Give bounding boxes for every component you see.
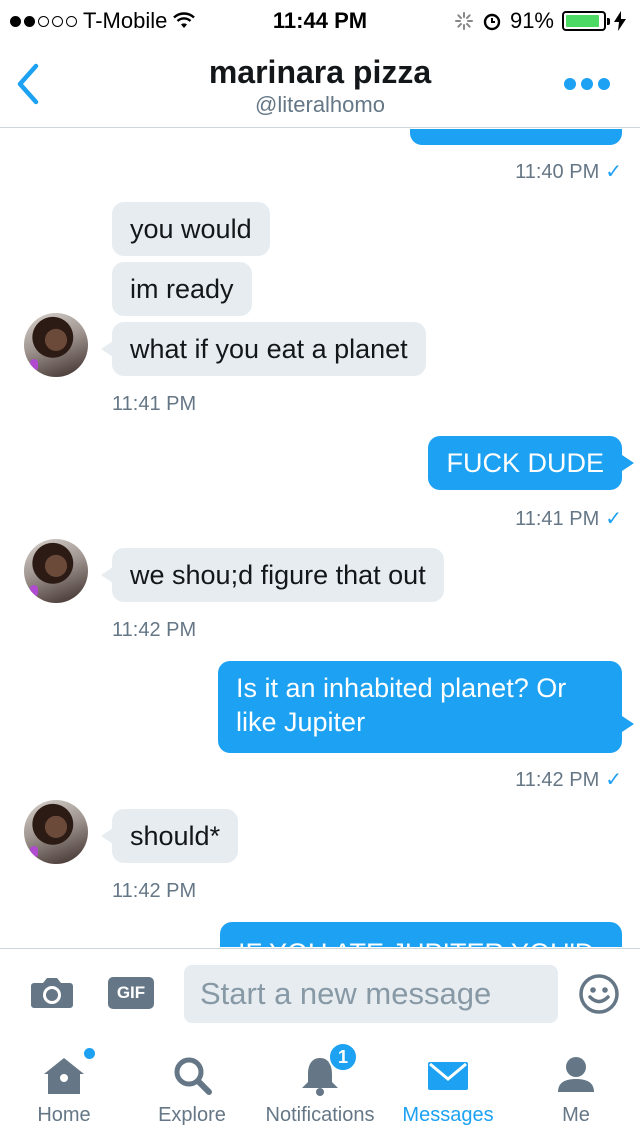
read-check-icon: ✓ [605,508,622,530]
tab-label: Home [37,1104,91,1126]
envelope-icon [428,1062,468,1090]
read-check-icon: ✓ [605,769,622,791]
battery-icon [562,11,610,31]
message-timestamp: 11:42 PM [112,619,197,641]
tab-label: Explore [158,1104,226,1126]
message-bubble-outgoing[interactable]: Is it an inhabited planet? Or like Jupit… [218,661,622,753]
gif-button[interactable]: GIF [108,977,154,1009]
person-icon [558,1057,594,1092]
alarm-icon [483,13,501,31]
tab-label: Notifications [265,1104,375,1126]
message-timestamp: 11:41 PM ✓ [515,508,622,530]
search-icon [174,1057,212,1095]
message-thread[interactable]: 11:40 PM ✓ you would im ready what if you… [0,129,640,947]
home-icon [44,1058,84,1094]
battery-percent: 91% [509,8,554,33]
tab-label: Messages [402,1104,494,1126]
activity-spinner-icon [454,12,473,30]
tab-me[interactable]: Me [526,1034,626,1136]
message-bubble-incoming[interactable]: im ready [112,262,252,316]
tab-notifications[interactable]: 1 Notifications [256,1034,384,1136]
user-handle: @literalhomo [255,92,385,117]
message-bubble-incoming[interactable]: what if you eat a planet [112,322,426,376]
message-bubble-outgoing[interactable]: IF YOU ATE JUPITER YOU'D [220,922,622,947]
message-bubble-incoming[interactable]: you would [112,202,270,256]
bubble-tail [101,567,113,583]
bubble-tail [622,455,634,471]
message-bubble-outgoing[interactable] [410,129,622,145]
unread-dot [84,1048,95,1059]
status-bar: T-Mobile 11:44 PM 91% [0,0,640,40]
avatar[interactable] [24,539,88,603]
message-composer: GIF [0,948,640,1034]
message-timestamp: 11:41 PM [112,393,197,415]
page-title: marinara pizza [208,54,432,90]
message-bubble-incoming[interactable]: should* [112,809,239,863]
bubble-tail [622,716,634,732]
notification-count-badge: 1 [328,1042,358,1072]
charging-bolt-icon [614,11,626,31]
tab-messages[interactable]: Messages [398,1034,498,1136]
bubble-tail [101,341,113,357]
tab-label: Me [562,1104,590,1126]
bubble-tail [101,828,113,844]
message-input[interactable] [184,965,558,1023]
avatar[interactable] [24,313,88,377]
message-bubble-incoming[interactable]: we shou;d figure that out [112,548,444,602]
camera-icon[interactable] [30,975,74,1009]
more-dots-icon[interactable] [564,74,610,94]
emoji-icon[interactable] [578,973,620,1015]
read-check-icon: ✓ [605,161,622,183]
avatar[interactable] [24,800,88,864]
tab-explore[interactable]: Explore [142,1034,242,1136]
conversation-header: marinara pizza @literalhomo [0,40,640,128]
tab-home[interactable]: Home [14,1034,114,1136]
message-timestamp: 11:42 PM ✓ [515,769,622,791]
message-timestamp: 11:42 PM [112,880,197,902]
message-timestamp: 11:40 PM ✓ [515,161,622,183]
tab-bar: Home Explore 1 Notifications Messages Me [0,1034,640,1136]
message-bubble-outgoing[interactable]: FUCK DUDE [428,436,622,490]
